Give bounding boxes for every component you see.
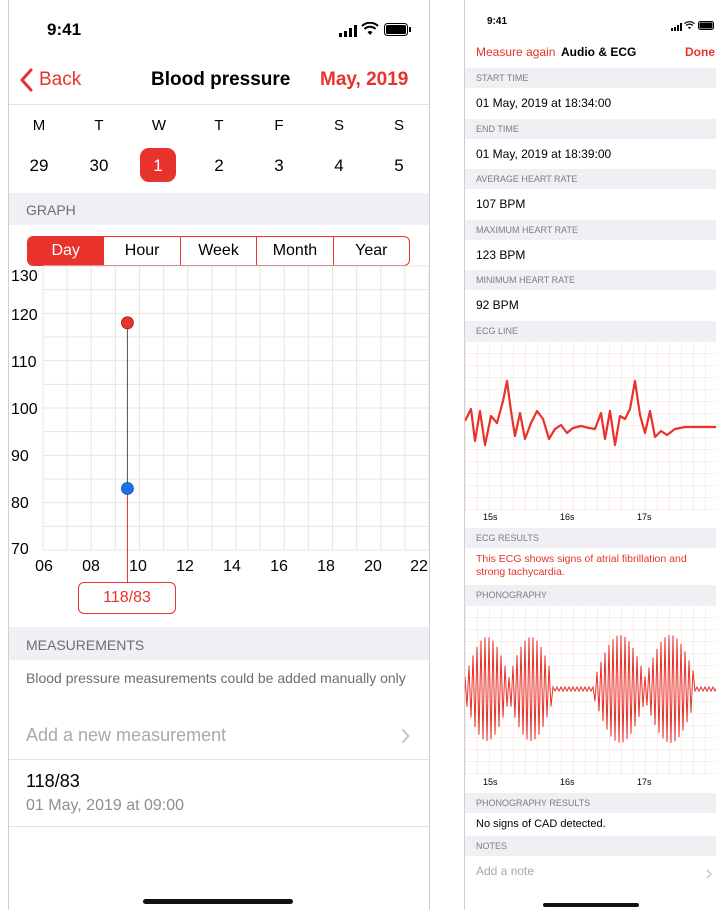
min-hr-value: 92 BPM — [476, 298, 519, 312]
home-indicator — [543, 903, 639, 907]
month-selector[interactable]: May, 2019 — [320, 69, 408, 91]
day-cell[interactable]: 30 — [79, 156, 119, 176]
weekday-label: T — [94, 117, 104, 134]
measurements-header-label: MEASUREMENTS — [26, 637, 145, 653]
battery-icon — [384, 23, 412, 41]
diastolic-point — [121, 482, 134, 495]
measurements-section-header: MEASUREMENTS — [9, 627, 429, 660]
min-hr-header: MINIMUM HEART RATE — [465, 270, 716, 290]
weekday-label: T — [214, 117, 224, 134]
blood-pressure-screen: 9:41 Back Blood pressure May, 2019 M T W… — [8, 0, 430, 910]
ecg-chart — [465, 341, 716, 511]
segment-hour[interactable]: Hour — [103, 237, 179, 265]
period-segmented-control[interactable]: Day Hour Week Month Year — [27, 236, 410, 266]
add-measurement-button[interactable]: Add a new measurement — [26, 725, 226, 746]
audio-ecg-screen: 9:41 Measure again Audio & ECG Done STAR… — [464, 0, 716, 910]
phonography-chart — [465, 605, 716, 775]
y-tick-label: 130 — [11, 268, 38, 285]
ecg-results-text: This ECG shows signs of atrial fibrillat… — [476, 553, 687, 578]
ecg-time-label: 16s — [560, 512, 575, 522]
weekday-label: S — [393, 117, 404, 134]
y-tick-label: 70 — [11, 541, 29, 558]
done-button[interactable]: Done — [685, 45, 715, 59]
page-title: Audio & ECG — [561, 45, 637, 59]
segment-week[interactable]: Week — [179, 237, 256, 265]
day-cell-selected[interactable]: 1 — [138, 156, 178, 176]
x-tick-label: 20 — [364, 558, 382, 575]
x-tick-label: 08 — [82, 558, 100, 575]
ecg-time-label: 17s — [637, 512, 652, 522]
battery-icon — [698, 17, 716, 35]
back-chevron-icon[interactable] — [19, 68, 33, 97]
phono-time-label: 15s — [483, 777, 498, 787]
y-tick-label: 120 — [11, 307, 38, 324]
x-tick-label: 10 — [129, 558, 147, 575]
systolic-point — [121, 316, 134, 330]
wifi-icon — [361, 21, 379, 41]
y-tick-label: 90 — [11, 448, 29, 465]
phonography-header: PHONOGRAPHY — [465, 585, 716, 605]
avg-hr-header: AVERAGE HEART RATE — [465, 169, 716, 189]
phonography-results-text: No signs of CAD detected. — [476, 818, 606, 830]
measurement-date: 01 May, 2019 at 09:00 — [26, 797, 185, 814]
max-hr-value: 123 BPM — [476, 248, 526, 262]
y-tick-label: 110 — [11, 354, 37, 371]
phono-time-label: 17s — [637, 777, 652, 787]
ecg-results-header: ECG RESULTS — [465, 528, 716, 548]
segment-day[interactable]: Day — [28, 237, 104, 265]
chevron-right-icon — [401, 728, 410, 749]
ecg-time-label: 15s — [483, 512, 498, 522]
measurements-note: Blood pressure measurements could be add… — [26, 670, 406, 686]
home-indicator — [143, 899, 293, 904]
notes-header: NOTES — [465, 836, 716, 856]
end-time-value: 01 May, 2019 at 18:39:00 — [476, 147, 612, 161]
x-tick-label: 06 — [35, 558, 53, 575]
y-tick-label: 100 — [11, 401, 38, 418]
cellular-signal-icon — [339, 24, 357, 42]
phono-time-label: 16s — [560, 777, 575, 787]
x-tick-label: 18 — [317, 558, 335, 575]
phonography-results-header: PHONOGRAPHY RESULTS — [465, 793, 716, 813]
y-tick-label: 80 — [11, 495, 29, 512]
x-tick-label: 14 — [223, 558, 241, 575]
day-cell[interactable]: 2 — [199, 156, 239, 176]
cellular-signal-icon — [671, 18, 682, 36]
weekday-label: S — [333, 117, 344, 134]
status-time: 9:41 — [47, 20, 82, 39]
blood-pressure-chart — [42, 265, 429, 582]
end-time-header: END TIME — [465, 119, 716, 139]
add-note-input[interactable]: Add a note — [476, 864, 534, 878]
x-tick-label: 12 — [176, 558, 194, 575]
back-button[interactable]: Back — [39, 69, 81, 91]
measure-again-button[interactable]: Measure again — [476, 45, 555, 59]
x-tick-label: 16 — [270, 558, 288, 575]
avg-hr-value: 107 BPM — [476, 197, 526, 211]
segment-month[interactable]: Month — [256, 237, 332, 265]
weekday-label: M — [32, 117, 46, 134]
start-time-value: 01 May, 2019 at 18:34:00 — [476, 96, 612, 110]
chevron-right-icon — [706, 866, 712, 884]
day-cell[interactable]: 29 — [19, 156, 59, 176]
weekday-label: F — [274, 117, 284, 134]
page-title: Blood pressure — [151, 69, 291, 90]
start-time-header: START TIME — [465, 68, 716, 88]
wifi-icon — [684, 17, 695, 35]
graph-section-header: GRAPH — [9, 193, 429, 225]
graph-header-label: GRAPH — [26, 202, 76, 218]
segment-year[interactable]: Year — [332, 237, 409, 265]
day-cell[interactable]: 4 — [319, 156, 359, 176]
measurement-value[interactable]: 118/83 — [26, 771, 80, 792]
ecg-line-header: ECG LINE — [465, 321, 716, 341]
status-time: 9:41 — [487, 16, 508, 27]
day-cell[interactable]: 5 — [379, 156, 419, 176]
x-tick-label: 22 — [410, 558, 428, 575]
day-cell[interactable]: 3 — [259, 156, 299, 176]
max-hr-header: MAXIMUM HEART RATE — [465, 220, 716, 240]
selected-value-callout: 118/83 — [78, 582, 176, 614]
weekday-label: W — [151, 117, 167, 134]
